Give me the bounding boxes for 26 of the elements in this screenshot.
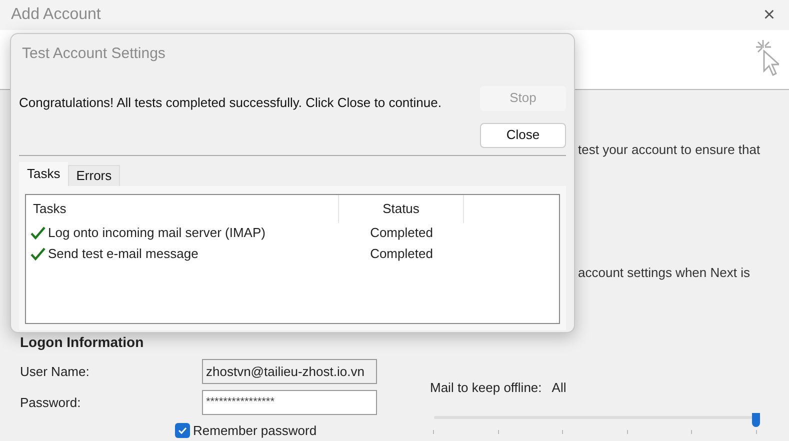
message-text: Congratulations! All tests completed successfully. Click Close to continue.: [19, 94, 442, 112]
column-header: Tasks: [26, 194, 339, 222]
input-field[interactable]: zhostvn@tailieu-zhost.io.vn: [202, 359, 377, 384]
field-label: Mail to keep offline:: [430, 379, 542, 397]
table-cell-text: Send test e-mail message: [48, 245, 198, 264]
input-field[interactable]: ****************: [202, 390, 377, 415]
table-cell-text: Completed: [370, 245, 433, 264]
dialog-title: Test Account Settings: [22, 44, 166, 64]
field-label: User Name:: [20, 362, 90, 381]
checkbox-label: Remember password: [193, 422, 317, 440]
column-header: Status: [339, 194, 464, 222]
tab[interactable]: Tasks: [19, 162, 68, 186]
value-text: All: [552, 379, 566, 397]
slider-thumb[interactable]: [752, 412, 760, 426]
check-icon: [177, 425, 188, 436]
table-cell-text: Log onto incoming mail server (IMAP): [48, 224, 266, 242]
body-text: account settings when Next is: [578, 264, 751, 282]
section-heading: Logon Information: [20, 333, 145, 352]
table-cell-text: Completed: [370, 224, 433, 242]
checkbox[interactable]: [175, 423, 190, 438]
dialog-button[interactable]: Close: [480, 122, 566, 148]
body-text: test your account to ensure that: [578, 141, 762, 159]
window-title: Add Account: [11, 5, 101, 25]
tab[interactable]: Errors: [68, 164, 120, 186]
field-label: Password:: [20, 394, 82, 412]
close-button[interactable]: ×: [759, 5, 779, 25]
